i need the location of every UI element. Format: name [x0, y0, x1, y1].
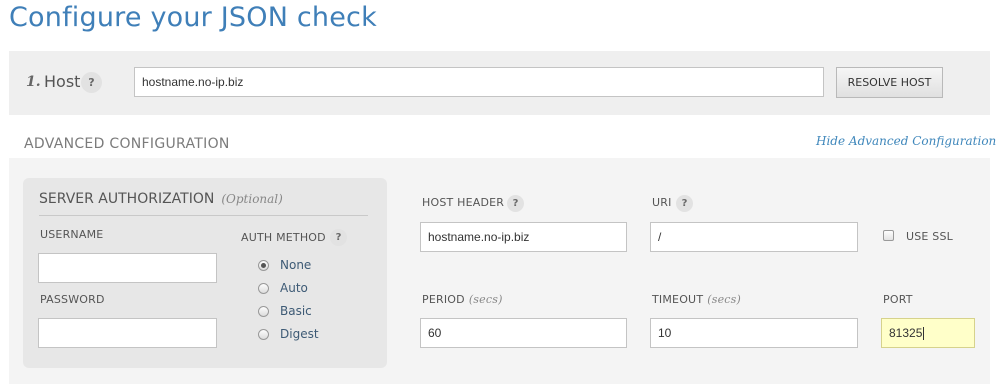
period-label-text: PERIOD [422, 293, 465, 306]
text-caret [923, 326, 925, 340]
auth-method-digest-label: Digest [280, 327, 319, 341]
auth-method-none[interactable]: None [258, 258, 311, 272]
auth-method-basic[interactable]: Basic [258, 304, 312, 318]
optional-note: (Optional) [221, 192, 283, 206]
step-number: 1. [26, 74, 41, 90]
period-input[interactable]: 60 [420, 318, 627, 348]
uri-value: / [658, 230, 662, 244]
host-help-icon[interactable]: ? [81, 72, 102, 93]
uri-help-icon[interactable]: ? [676, 195, 693, 212]
auth-method-label: AUTH METHOD [241, 231, 326, 244]
password-label: PASSWORD [40, 293, 105, 306]
host-input[interactable]: hostname.no-ip.biz [134, 67, 824, 97]
password-input[interactable] [38, 318, 217, 348]
timeout-input[interactable]: 10 [650, 318, 858, 348]
host-header-label: HOST HEADER [422, 196, 505, 209]
uri-label: URI [652, 196, 672, 209]
divider [39, 215, 368, 216]
auth-method-auto-label: Auto [280, 281, 308, 295]
uri-input[interactable]: / [650, 222, 858, 252]
host-header-help-icon[interactable]: ? [507, 195, 524, 212]
timeout-unit: (secs) [707, 293, 741, 306]
port-label: PORT [883, 293, 913, 306]
port-input[interactable]: 81325 [881, 318, 975, 348]
period-value: 60 [428, 326, 442, 340]
host-header-value: hostname.no-ip.biz [428, 230, 530, 244]
timeout-label-text: TIMEOUT [652, 293, 704, 306]
page-title: Configure your JSON check [9, 2, 377, 33]
timeout-label: TIMEOUT (secs) [652, 293, 741, 306]
auth-method-digest[interactable]: Digest [258, 327, 319, 341]
period-unit: (secs) [468, 293, 503, 306]
period-label: PERIOD (secs) [422, 293, 503, 306]
host-label: Host [44, 72, 81, 91]
advanced-config-title: ADVANCED CONFIGURATION [24, 136, 230, 152]
hide-advanced-config-link[interactable]: Hide Advanced Configuration [816, 134, 996, 148]
auth-method-none-label: None [280, 258, 312, 272]
server-authorization-label: SERVER AUTHORIZATION [39, 191, 215, 207]
use-ssl-checkbox[interactable] [883, 230, 894, 241]
server-authorization-title: SERVER AUTHORIZATION (Optional) [39, 191, 283, 207]
host-input-value: hostname.no-ip.biz [142, 75, 244, 89]
timeout-value: 10 [658, 326, 672, 340]
auth-method-basic-label: Basic [280, 304, 312, 318]
port-value: 81325 [889, 326, 923, 340]
radio-auto[interactable] [258, 282, 269, 294]
auth-method-help-icon[interactable]: ? [330, 229, 347, 246]
radio-basic[interactable] [258, 305, 269, 317]
auth-method-auto[interactable]: Auto [258, 281, 308, 295]
host-header-input[interactable]: hostname.no-ip.biz [420, 222, 627, 252]
use-ssl-label: USE SSL [906, 230, 953, 243]
resolve-host-button[interactable]: RESOLVE HOST [836, 67, 943, 98]
radio-digest[interactable] [258, 328, 269, 340]
radio-none[interactable] [258, 259, 269, 271]
username-label: USERNAME [40, 228, 104, 241]
username-input[interactable] [38, 253, 217, 283]
